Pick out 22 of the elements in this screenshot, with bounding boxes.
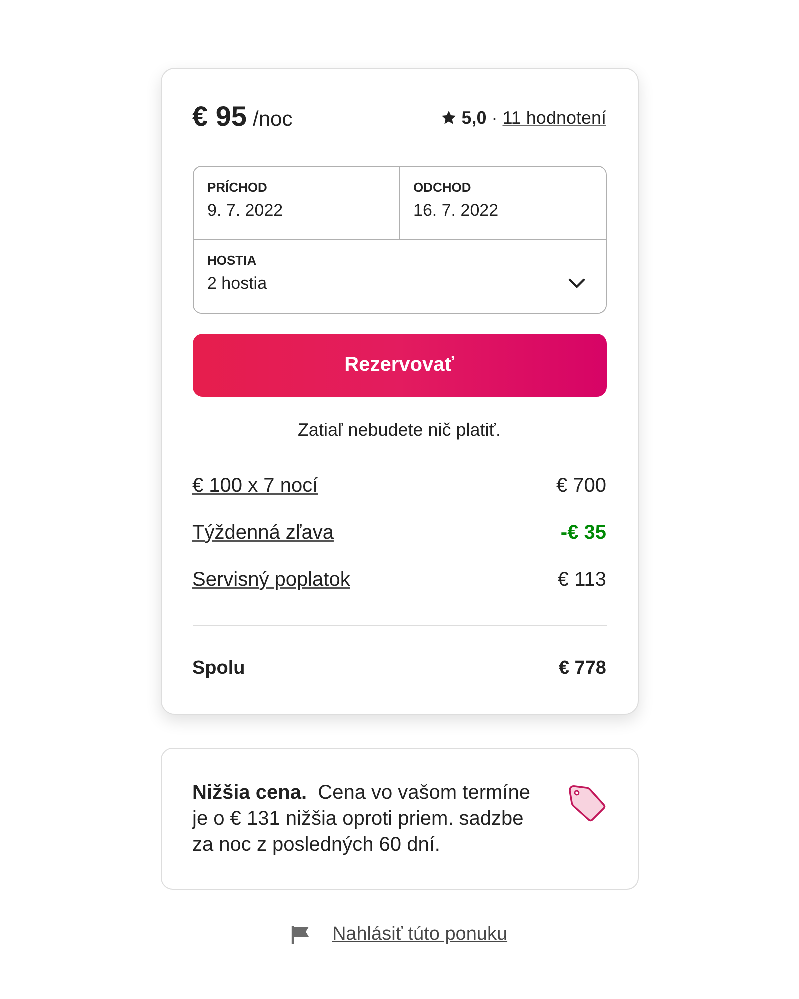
rating-value: 5,0 — [462, 108, 487, 128]
separator: · — [492, 108, 498, 128]
charge-amount: € 700 — [556, 474, 606, 499]
price-tag-icon — [566, 783, 606, 823]
charge-label-link[interactable]: € 100 x 7 nocí — [192, 473, 318, 499]
no-charge-note: Zatiaľ nebudete nič platiť. — [296, 419, 502, 441]
charge-label-link[interactable]: Servisný poplatok — [192, 567, 350, 593]
charge-amount: -€ 35 — [560, 521, 606, 546]
total-label: Spolu — [192, 657, 246, 681]
date-field[interactable]: ODCHOD 16. 7. 2022 — [400, 167, 606, 240]
star-icon — [440, 110, 457, 126]
report-listing-link[interactable]: Nahlásiť túto ponuku — [332, 923, 508, 947]
price-unit: /noc — [253, 106, 293, 132]
charge-amount: € 113 — [558, 568, 606, 593]
charge-label-link[interactable]: Týždenná zľava — [192, 520, 334, 546]
flag-icon — [291, 925, 312, 945]
nightly-price: € 95 — [192, 102, 247, 132]
notice-text: Nižšia cena. Cena vo vašom termíne je o € 131 nižšia oproti priem. sadzbe za noc z posledných 60 dní. — [192, 781, 532, 858]
reserve-button[interactable]: Rezervovať — [192, 334, 606, 397]
date-field[interactable]: PRÍCHOD 9. 7. 2022 — [194, 167, 400, 240]
total-amount: € 778 — [558, 657, 606, 681]
reviews-link[interactable]: 11 hodnotení — [502, 108, 606, 128]
